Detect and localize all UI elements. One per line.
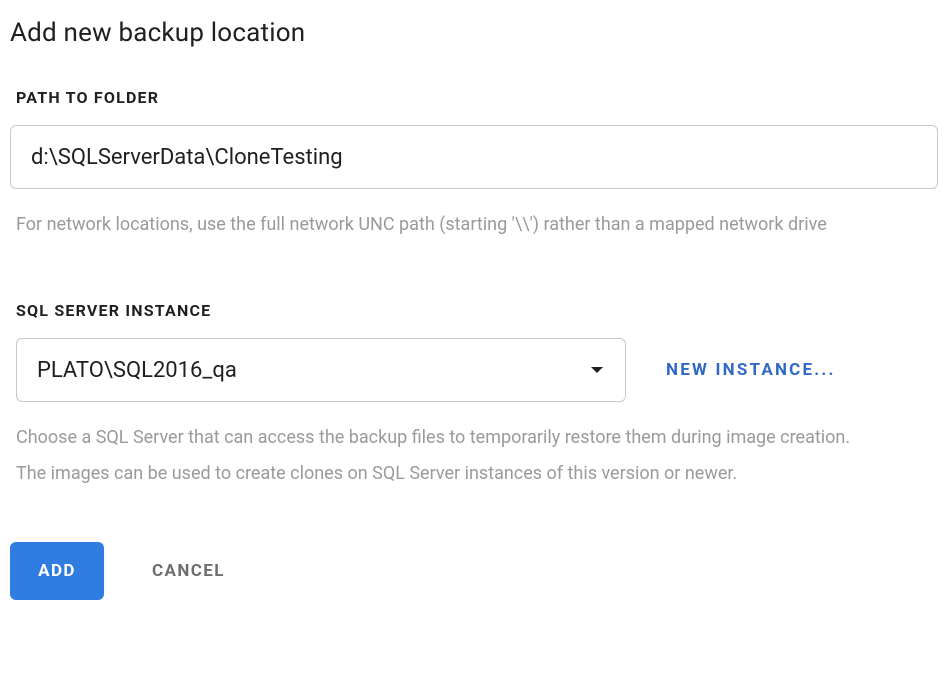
path-input[interactable] [10,125,938,189]
instance-helper-line1: Choose a SQL Server that can access the … [16,427,850,448]
path-helper-text: For network locations, use the full netw… [16,207,912,243]
instance-helper-text: Choose a SQL Server that can access the … [16,420,912,492]
dialog-container: Add new backup location PATH TO FOLDER F… [10,18,942,600]
instance-select-wrap: PLATO\SQL2016_qa [16,338,626,402]
new-instance-button[interactable]: NEW INSTANCE... [666,360,836,380]
instance-select[interactable]: PLATO\SQL2016_qa [16,338,626,402]
instance-label: SQL SERVER INSTANCE [16,301,942,320]
path-label: PATH TO FOLDER [16,88,942,107]
cancel-button[interactable]: CANCEL [152,561,225,581]
dialog-title: Add new backup location [10,18,942,48]
instance-helper-line2: The images can be used to create clones … [16,463,737,484]
instance-row: PLATO\SQL2016_qa NEW INSTANCE... [16,338,942,402]
add-button[interactable]: ADD [10,542,104,600]
button-row: ADD CANCEL [10,542,942,600]
